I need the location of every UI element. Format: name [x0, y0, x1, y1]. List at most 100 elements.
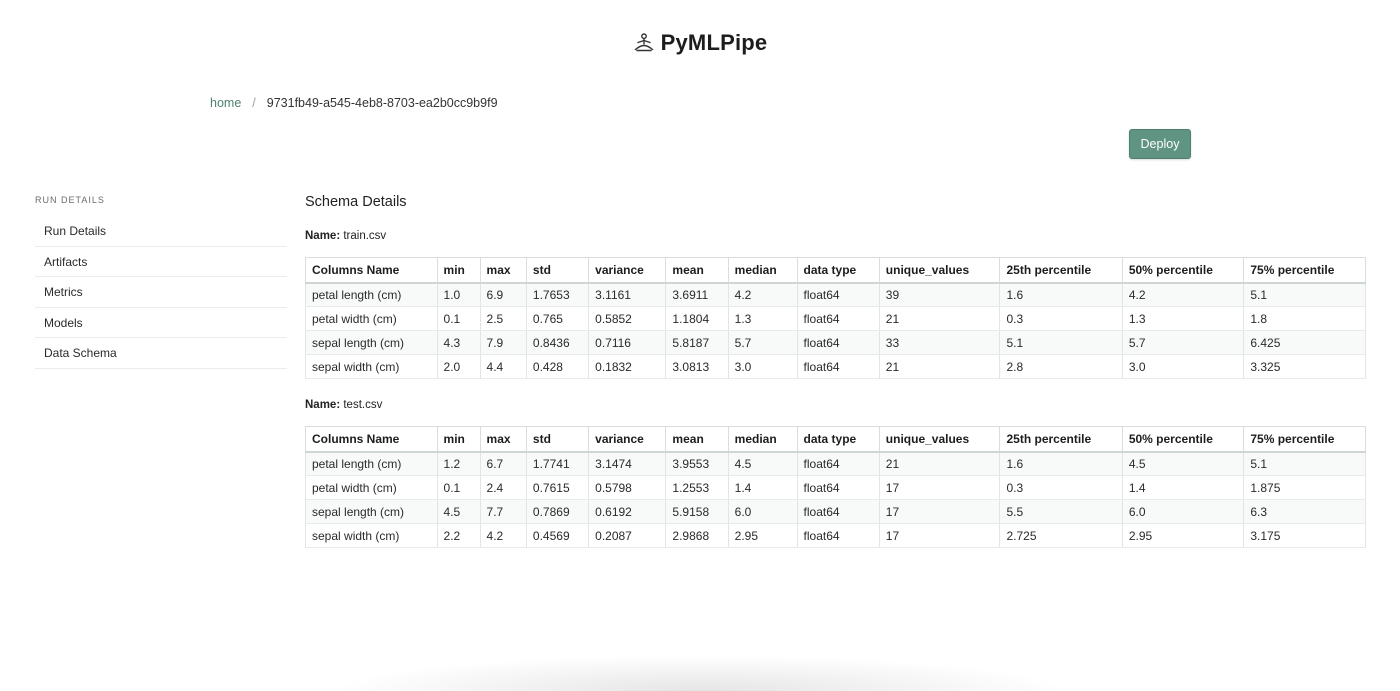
table-cell: 0.2087 [588, 523, 667, 548]
table-cell: float64 [796, 451, 880, 476]
table-cell: 4.3 [436, 330, 481, 355]
column-header: median [727, 426, 798, 453]
table-cell: sepal length (cm) [305, 499, 438, 524]
column-header: max [479, 426, 527, 453]
table-cell: 1.3 [727, 306, 798, 331]
table-cell: 33 [878, 330, 1001, 355]
column-header: std [525, 426, 590, 453]
table-row: petal width (cm) 0.1 2.4 0.7615 0.5798 1.2553… [305, 475, 1366, 500]
breadcrumb-home-link[interactable]: home [210, 96, 241, 110]
table-cell: 6.3 [1243, 499, 1366, 524]
table-cell: float64 [796, 499, 880, 524]
breadcrumb-separator: / [252, 96, 256, 110]
table-cell: 3.1474 [588, 451, 667, 476]
table-cell: 0.8436 [525, 330, 590, 355]
table-cell: 3.0 [1121, 354, 1245, 379]
table-cell: 2.2 [436, 523, 481, 548]
table-cell: 2.0 [436, 354, 481, 379]
table-cell: 21 [878, 451, 1001, 476]
table-cell: petal width (cm) [305, 475, 438, 500]
table-cell: 1.2553 [665, 475, 729, 500]
sidebar-item-data-schema[interactable]: Data Schema [35, 338, 287, 369]
schema-table-test: Columns Name min max std variance mean median d… [305, 426, 1366, 548]
table-cell: 1.1804 [665, 306, 729, 331]
table-row: sepal length (cm) 4.5 7.7 0.7869 0.6192 5.915… [305, 499, 1366, 524]
table-cell: 0.765 [525, 306, 590, 331]
table-cell: 4.5 [727, 451, 798, 476]
table-cell: 0.3 [999, 475, 1123, 500]
table-cell: 1.6 [999, 451, 1123, 476]
bottom-shadow [330, 655, 1070, 691]
table-cell: 2.4 [479, 475, 527, 500]
table-cell: 1.0 [436, 282, 481, 307]
table-cell: petal length (cm) [305, 282, 438, 307]
column-header: 50% percentile [1121, 426, 1245, 453]
breadcrumb-run-id: 9731fb49-a545-4eb8-8703-ea2b0cc9b9f9 [266, 96, 498, 110]
table-cell: 0.5798 [588, 475, 667, 500]
table-cell: 4.5 [1121, 451, 1245, 476]
sidebar-item-models[interactable]: Models [35, 308, 287, 339]
table-cell: 5.1 [1243, 451, 1366, 476]
breadcrumb: home / 9731fb49-a545-4eb8-8703-ea2b0cc9b… [210, 96, 498, 110]
column-header: variance [588, 426, 667, 453]
table-cell: 5.9158 [665, 499, 729, 524]
table-cell: 1.4 [727, 475, 798, 500]
table-cell: 0.7116 [588, 330, 667, 355]
table-cell: 4.4 [479, 354, 527, 379]
table-cell: float64 [796, 306, 880, 331]
table-cell: 2.8 [999, 354, 1123, 379]
table-cell: 6.7 [479, 451, 527, 476]
schema-name-label: Name: [305, 230, 341, 242]
schema-table-train: Columns Name min max std variance mean median d… [305, 257, 1366, 379]
table-cell: 0.1832 [588, 354, 667, 379]
page: PyMLPipe home / 9731fb49-a545-4eb8-8703-… [0, 0, 1400, 691]
table-cell: 2.5 [479, 306, 527, 331]
table-cell: 3.0 [727, 354, 798, 379]
table-cell: 0.6192 [588, 499, 667, 524]
table-cell: 4.2 [479, 523, 527, 548]
table-cell: 1.7653 [525, 282, 590, 307]
table-cell: 2.95 [727, 523, 798, 548]
table-row: petal length (cm) 1.2 6.7 1.7741 3.1474 3.955… [305, 451, 1366, 476]
table-row: petal width (cm) 0.1 2.5 0.765 0.5852 1.1804 1… [305, 306, 1366, 331]
column-header: data type [796, 257, 880, 284]
schema-name-label: Name: [305, 399, 341, 411]
table-cell: 2.725 [999, 523, 1123, 548]
table-cell: 21 [878, 354, 1001, 379]
table-cell: 2.95 [1121, 523, 1245, 548]
column-header: unique_values [878, 257, 1001, 284]
schema-name-test: Name: test.csv [305, 399, 1367, 411]
column-header: Columns Name [305, 257, 438, 284]
schema-name-train: Name: train.csv [305, 230, 1367, 242]
page-title: Schema Details [305, 194, 407, 210]
schema-file-name: train.csv [343, 230, 387, 242]
deploy-button[interactable]: Deploy [1129, 129, 1191, 159]
table-cell: 1.7741 [525, 451, 590, 476]
table-cell: 1.8 [1243, 306, 1366, 331]
table-cell: 1.6 [999, 282, 1123, 307]
table-cell: float64 [796, 523, 880, 548]
sidebar-item-run-details[interactable]: Run Details [35, 216, 287, 247]
column-header: mean [665, 257, 729, 284]
schema-file-name: test.csv [343, 399, 383, 411]
table-cell: 0.1 [436, 475, 481, 500]
table-cell: 17 [878, 523, 1001, 548]
table-cell: 21 [878, 306, 1001, 331]
main-content: Schema Details Name: train.csv Columns N… [305, 194, 1367, 568]
sidebar-item-metrics[interactable]: Metrics [35, 277, 287, 308]
column-header: median [727, 257, 798, 284]
sidebar-item-artifacts[interactable]: Artifacts [35, 247, 287, 278]
table-cell: 1.2 [436, 451, 481, 476]
table-cell: 3.325 [1243, 354, 1366, 379]
table-cell: 0.3 [999, 306, 1123, 331]
table-cell: 0.7615 [525, 475, 590, 500]
column-header: min [436, 257, 481, 284]
table-header-row: Columns Name min max std variance mean median d… [305, 257, 1366, 284]
table-cell: 6.0 [1121, 499, 1245, 524]
column-header: data type [796, 426, 880, 453]
table-cell: 5.5 [999, 499, 1123, 524]
table-cell: float64 [796, 354, 880, 379]
table-cell: petal width (cm) [305, 306, 438, 331]
table-cell: float64 [796, 282, 880, 307]
table-cell: 5.7 [727, 330, 798, 355]
